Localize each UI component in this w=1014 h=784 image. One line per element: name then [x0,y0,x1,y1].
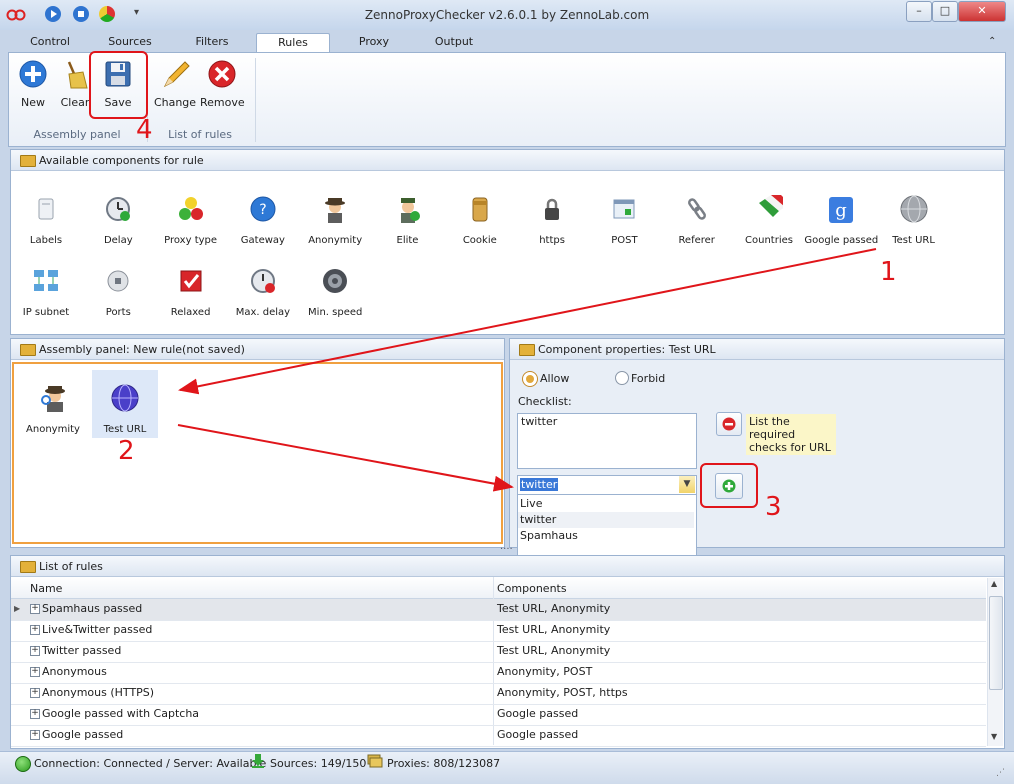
rule-components: Test URL, Anonymity [497,623,611,636]
rule-name: Twitter passed [42,644,122,657]
resize-grip-icon[interactable]: ⋰ [996,768,1005,778]
rule-name: Anonymous (HTTPS) [42,686,155,699]
rule-name: Google passed [42,728,124,741]
annotation-1: 1 [880,257,897,287]
rules-panel-title: List of rules [39,560,103,573]
table-row[interactable]: + Anonymous Anonymity, POST [11,662,986,684]
folder-icon [20,561,36,573]
sources-count: Sources: 149/150 [270,757,367,770]
column-header-components[interactable]: Components [497,582,567,595]
expand-icon[interactable]: + [30,709,40,719]
arrow-to-combobox [177,424,514,492]
table-row[interactable]: + Google passed with Captcha Google passed [11,704,986,726]
table-row[interactable]: + Anonymous (HTTPS) Anonymity, POST, https [11,683,986,705]
table-row[interactable]: + Twitter passed Test URL, Anonymity [11,641,986,663]
table-row[interactable]: + Live&Twitter passed Test URL, Anonymity [11,620,986,642]
rules-panel-header: List of rules [11,556,1004,577]
proxies-icon [367,754,383,768]
scroll-up-icon[interactable]: ▲ [991,579,997,588]
rule-name: Google passed with Captcha [42,707,200,720]
scroll-down-icon[interactable]: ▼ [991,732,997,741]
rule-name: Live&Twitter passed [42,623,153,636]
row-pointer-icon: ▶ [14,604,21,613]
rule-components: Google passed [497,728,579,741]
rules-scrollbar[interactable]: ▲ ▼ [987,578,1003,746]
proxies-count: Proxies: 808/123087 [387,757,501,770]
table-row[interactable]: + Google passed Google passed [11,725,986,747]
connection-status: Connection: Connected / Server: Availabl… [34,757,267,770]
table-row[interactable]: ▶ + Spamhaus passed Test URL, Anonymity [11,599,986,621]
expand-icon[interactable]: + [30,625,40,635]
rule-name: Anonymous [42,665,107,678]
rule-components: Anonymity, POST, https [497,686,628,699]
rule-components: Anonymity, POST [497,665,593,678]
arrow-to-assembly [178,248,877,395]
rule-components: Test URL, Anonymity [497,644,611,657]
column-header-name[interactable]: Name [30,582,62,595]
expand-icon[interactable]: + [30,688,40,698]
rule-name: Spamhaus passed [42,602,143,615]
connection-status-icon [15,756,31,772]
expand-icon[interactable]: + [30,730,40,740]
expand-icon[interactable]: + [30,667,40,677]
scroll-thumb[interactable] [989,596,1003,690]
expand-icon[interactable]: + [30,646,40,656]
rule-components: Test URL, Anonymity [497,602,611,615]
rule-components: Google passed [497,707,579,720]
download-icon [251,754,265,768]
expand-icon[interactable]: + [30,604,40,614]
